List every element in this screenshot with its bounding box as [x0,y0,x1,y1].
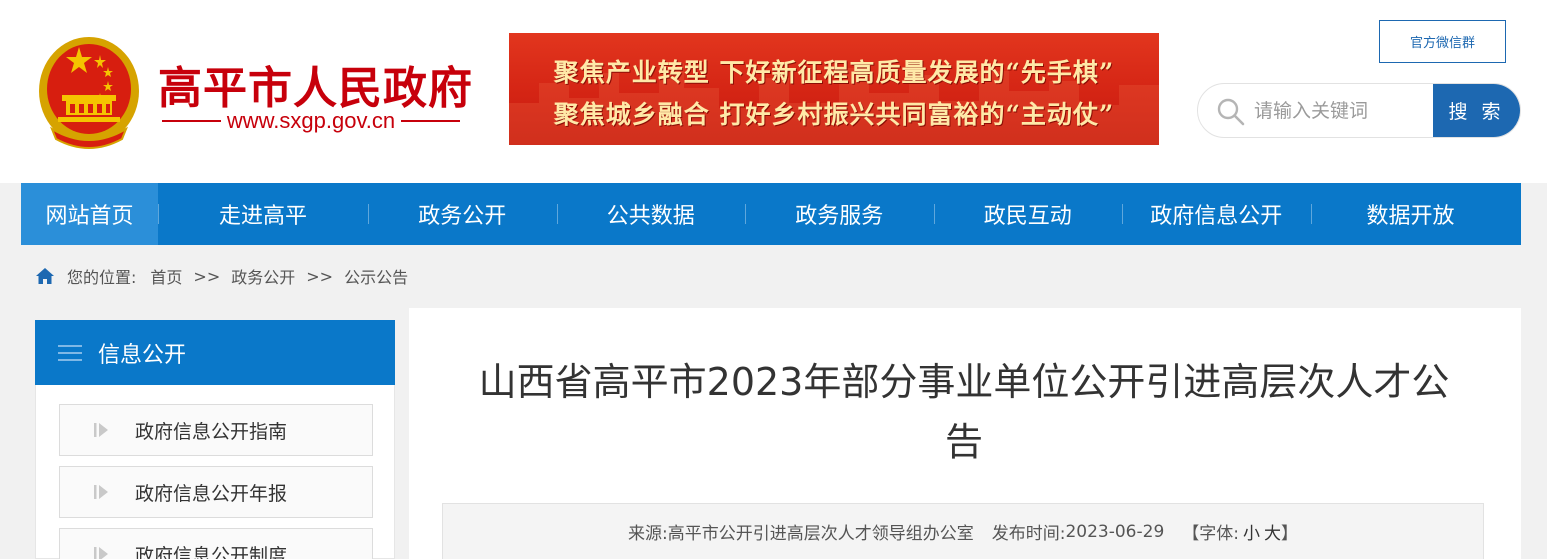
source-value: 高平市公开引进高层次人才领导组办公室 [667,524,974,544]
article-title-line2: 告 [944,420,983,464]
search-icon [1217,98,1245,126]
nav-separator [1310,204,1312,224]
official-wechat-button[interactable]: 官方微信群 [1379,20,1506,63]
breadcrumb-prefix: 您的位置: [67,268,137,287]
slogan-banner[interactable]: 聚焦产业转型 下好新征程高质量发展的“先手棋” 聚焦城乡融合 打好乡村振兴共同富… [509,33,1159,145]
play-arrow-icon [94,485,108,499]
nav-separator [158,204,159,224]
nav-item-about-gaoping[interactable]: 走进高平 [158,183,368,245]
nav-label: 公共数据 [606,204,695,229]
sidebar-header: 信息公开 [35,320,395,385]
nav-separator [745,204,746,224]
site-header: 高平市人民政府 www.sxgp.gov.cn 聚焦产业转型 下好新征程高质量发… [0,0,1547,183]
article-title: 山西省高平市2023年部分事业单位公开引进高层次人才公 告 [449,352,1479,472]
banner-slogan-line2: 聚焦城乡融合 打好乡村振兴共同富裕的“主动仗” [553,100,1115,129]
site-url: www.sxgp.gov.cn [226,108,396,133]
sidebar-title: 信息公开 [98,342,187,368]
breadcrumb-separator: >> [193,266,221,286]
nav-label: 政务公开 [418,204,507,229]
home-icon [36,268,54,284]
nav-label: 政民互动 [983,204,1072,229]
font-size-label: 【字体: [1182,524,1239,544]
search-box: 搜 索 [1197,83,1521,138]
breadcrumb: 您的位置: 首页 >> 政务公开 >> 公示公告 [35,264,416,288]
article-meta-bar: 来源: 高平市公开引进高层次人才领导组办公室 发布时间: 2023-06-29 … [442,503,1484,559]
sidebar-item-disclosure-rules[interactable]: 政府信息公开制度 [59,528,373,559]
nav-item-public-interaction[interactable]: 政民互动 [933,183,1123,245]
nav-separator [1122,204,1123,224]
national-emblem-icon[interactable] [34,33,144,151]
nav-item-government-services[interactable]: 政务服务 [745,183,934,245]
sidebar: 信息公开 政府信息公开指南 政府信息公开年报 政府信息公开制度 [35,320,395,559]
nav-item-info-disclosure[interactable]: 政府信息公开 [1122,183,1311,245]
nav-item-open-data[interactable]: 数据开放 [1310,183,1511,245]
menu-icon [58,344,82,361]
article-title-line1: 山西省高平市2023年部分事业单位公开引进高层次人才公 [478,360,1450,404]
publish-date-label: 发布时间: [991,524,1066,544]
article-panel: 山西省高平市2023年部分事业单位公开引进高层次人才公 告 来源: 高平市公开引… [409,308,1521,559]
main-nav: 网站首页 走进高平 政务公开 公共数据 政务服务 政民互动 政府信息公开 数据开… [21,183,1521,245]
nav-item-government-affairs[interactable]: 政务公开 [368,183,557,245]
font-size-small-button[interactable]: 小 [1243,519,1260,544]
search-button[interactable]: 搜 索 [1433,84,1520,137]
play-arrow-icon [94,547,108,559]
breadcrumb-home-link[interactable]: 首页 [150,264,182,288]
source-label: 来源: [628,524,668,544]
nav-label: 走进高平 [218,204,307,229]
play-arrow-icon [94,423,108,437]
sidebar-item-label: 政府信息公开制度 [135,544,288,559]
nav-item-home[interactable]: 网站首页 [21,183,158,245]
search-input[interactable] [1254,84,1432,137]
breadcrumb-government-affairs-link[interactable]: 政务公开 [231,264,295,288]
nav-separator [933,204,935,224]
nav-label: 政府信息公开 [1150,204,1283,229]
breadcrumb-announcements-link[interactable]: 公示公告 [344,264,408,288]
font-size-large-button[interactable]: 大 [1264,519,1281,544]
sidebar-item-annual-report[interactable]: 政府信息公开年报 [59,466,373,518]
site-name[interactable]: 高平市人民政府 [158,52,473,116]
url-divider-right [401,120,460,122]
publish-date-value: 2023-06-29 [1065,521,1165,542]
breadcrumb-separator: >> [306,266,334,286]
nav-separator [556,204,558,224]
nav-label: 政务服务 [795,204,884,229]
site-url-row: www.sxgp.gov.cn [162,108,460,134]
nav-separator [368,204,369,224]
sidebar-item-disclosure-guide[interactable]: 政府信息公开指南 [59,404,373,456]
nav-item-public-data[interactable]: 公共数据 [556,183,746,245]
nav-label: 数据开放 [1366,204,1455,229]
sidebar-item-label: 政府信息公开指南 [135,420,288,443]
url-divider-left [162,120,221,122]
font-size-close-bracket: 】 [1281,524,1298,544]
sidebar-item-label: 政府信息公开年报 [135,482,288,505]
banner-slogan-line1: 聚焦产业转型 下好新征程高质量发展的“先手棋” [553,58,1115,87]
